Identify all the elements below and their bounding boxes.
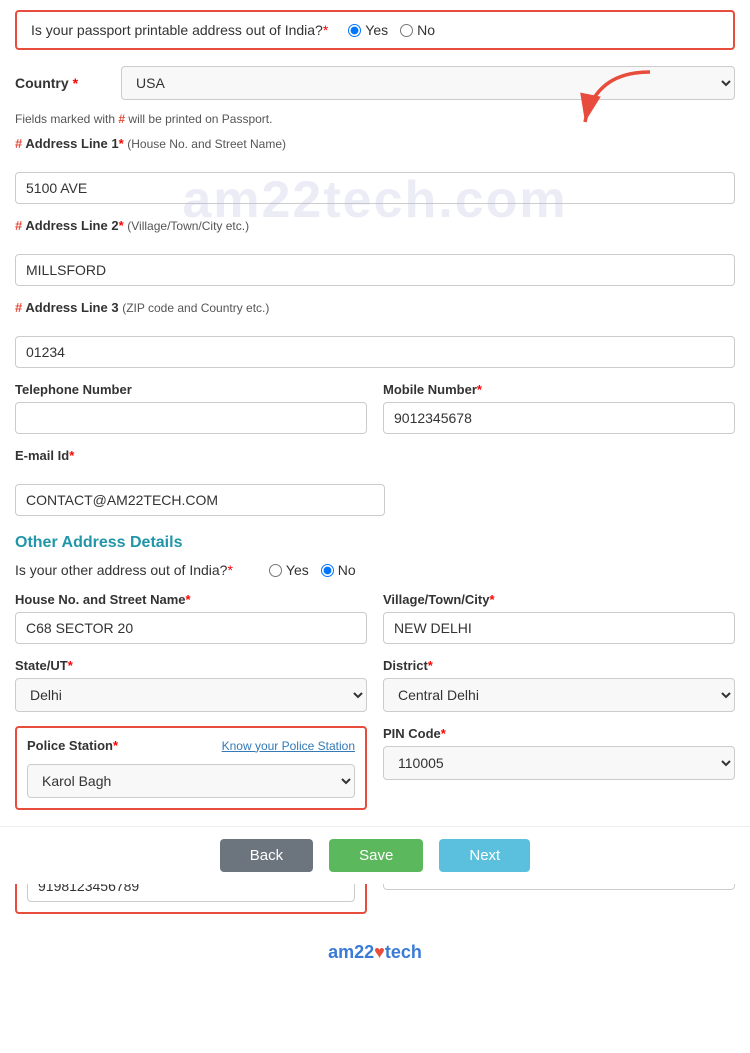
country-label: Country * <box>15 75 105 91</box>
passport-yes-option[interactable]: Yes <box>348 22 388 38</box>
address-line3-row: # Address Line 3 (ZIP code and Country e… <box>15 300 735 368</box>
other-yes-label: Yes <box>286 562 309 578</box>
police-station-label: Police Station* <box>27 738 118 753</box>
pin-select[interactable]: 110005 110001 <box>383 746 735 780</box>
other-yes-option[interactable]: Yes <box>269 562 309 578</box>
passport-no-radio[interactable] <box>400 24 413 37</box>
passport-yes-label: Yes <box>365 22 388 38</box>
pin-label: PIN Code* <box>383 726 735 741</box>
address-line2-input[interactable] <box>15 254 735 286</box>
village-input[interactable] <box>383 612 735 644</box>
other-address-question-label: Is your other address out of India?* <box>15 562 233 578</box>
passport-radio-group: Yes No <box>348 22 435 38</box>
other-address-heading: Other Address Details <box>15 534 735 552</box>
address-line1-input[interactable] <box>15 172 735 204</box>
village-col: Village/Town/City* <box>383 592 735 644</box>
state-col: State/UT* Delhi Maharashtra Karnataka <box>15 658 367 712</box>
passport-question-label: Is your passport printable address out o… <box>31 22 328 38</box>
address-line2-label: # Address Line 2* (Village/Town/City etc… <box>15 218 249 233</box>
house-col: House No. and Street Name* <box>15 592 367 644</box>
other-no-radio[interactable] <box>321 564 334 577</box>
police-station-select[interactable]: Karol Bagh Connaught Place <box>27 764 355 798</box>
address-line3-label: # Address Line 3 (ZIP code and Country e… <box>15 300 269 315</box>
address-line2-row: # Address Line 2* (Village/Town/City etc… <box>15 218 735 286</box>
passport-no-option[interactable]: No <box>400 22 435 38</box>
village-label: Village/Town/City* <box>383 592 735 607</box>
bottom-nav: Back Save Next <box>0 826 750 884</box>
police-station-box: Police Station* Know your Police Station… <box>15 726 367 810</box>
email-label: E-mail Id* <box>15 448 74 463</box>
house-village-row: House No. and Street Name* Village/Town/… <box>15 592 735 644</box>
passport-required-star: * <box>323 22 328 38</box>
address-line1-label: # Address Line 1* (House No. and Street … <box>15 136 286 151</box>
pin-col: PIN Code* 110005 110001 <box>383 726 735 780</box>
fields-note: Fields marked with # will be printed on … <box>15 112 735 126</box>
mobile-col: Mobile Number* <box>383 382 735 434</box>
other-yes-radio[interactable] <box>269 564 282 577</box>
other-address-question-row: Is your other address out of India?* Yes… <box>15 562 735 578</box>
email-row: E-mail Id* <box>15 448 385 516</box>
next-button[interactable]: Next <box>439 839 530 872</box>
telephone-input[interactable] <box>15 402 367 434</box>
country-select[interactable]: USA India UK Canada <box>121 66 735 100</box>
telephone-col: Telephone Number <box>15 382 367 434</box>
mobile-input[interactable] <box>383 402 735 434</box>
police-col: Police Station* Know your Police Station… <box>15 726 367 824</box>
district-col: District* Central Delhi South Delhi Nort… <box>383 658 735 712</box>
know-police-link[interactable]: Know your Police Station <box>222 739 355 753</box>
save-button[interactable]: Save <box>329 839 423 872</box>
telephone-label: Telephone Number <box>15 382 367 397</box>
other-address-radio-group: Yes No <box>269 562 356 578</box>
tel-mobile-row: Telephone Number Mobile Number* <box>15 382 735 434</box>
passport-question-box: Is your passport printable address out o… <box>15 10 735 50</box>
other-no-option[interactable]: No <box>321 562 356 578</box>
house-label: House No. and Street Name* <box>15 592 367 607</box>
branding: am22♥tech <box>15 942 735 963</box>
district-select[interactable]: Central Delhi South Delhi North Delhi <box>383 678 735 712</box>
state-select[interactable]: Delhi Maharashtra Karnataka <box>15 678 367 712</box>
police-pin-row: Police Station* Know your Police Station… <box>15 726 735 824</box>
police-station-header: Police Station* Know your Police Station <box>27 738 355 753</box>
state-label: State/UT* <box>15 658 367 673</box>
country-select-wrap: USA India UK Canada <box>121 66 735 100</box>
mobile-label: Mobile Number* <box>383 382 735 397</box>
state-district-row: State/UT* Delhi Maharashtra Karnataka Di… <box>15 658 735 712</box>
district-label: District* <box>383 658 735 673</box>
passport-question-text: Is your passport printable address out o… <box>31 22 323 38</box>
passport-no-label: No <box>417 22 435 38</box>
passport-yes-radio[interactable] <box>348 24 361 37</box>
back-button[interactable]: Back <box>220 839 313 872</box>
address-line3-input[interactable] <box>15 336 735 368</box>
country-row: Country * USA India UK Canada <box>15 66 735 100</box>
house-input[interactable] <box>15 612 367 644</box>
other-no-label: No <box>338 562 356 578</box>
email-input[interactable] <box>15 484 385 516</box>
address-line1-row: # Address Line 1* (House No. and Street … <box>15 136 735 204</box>
